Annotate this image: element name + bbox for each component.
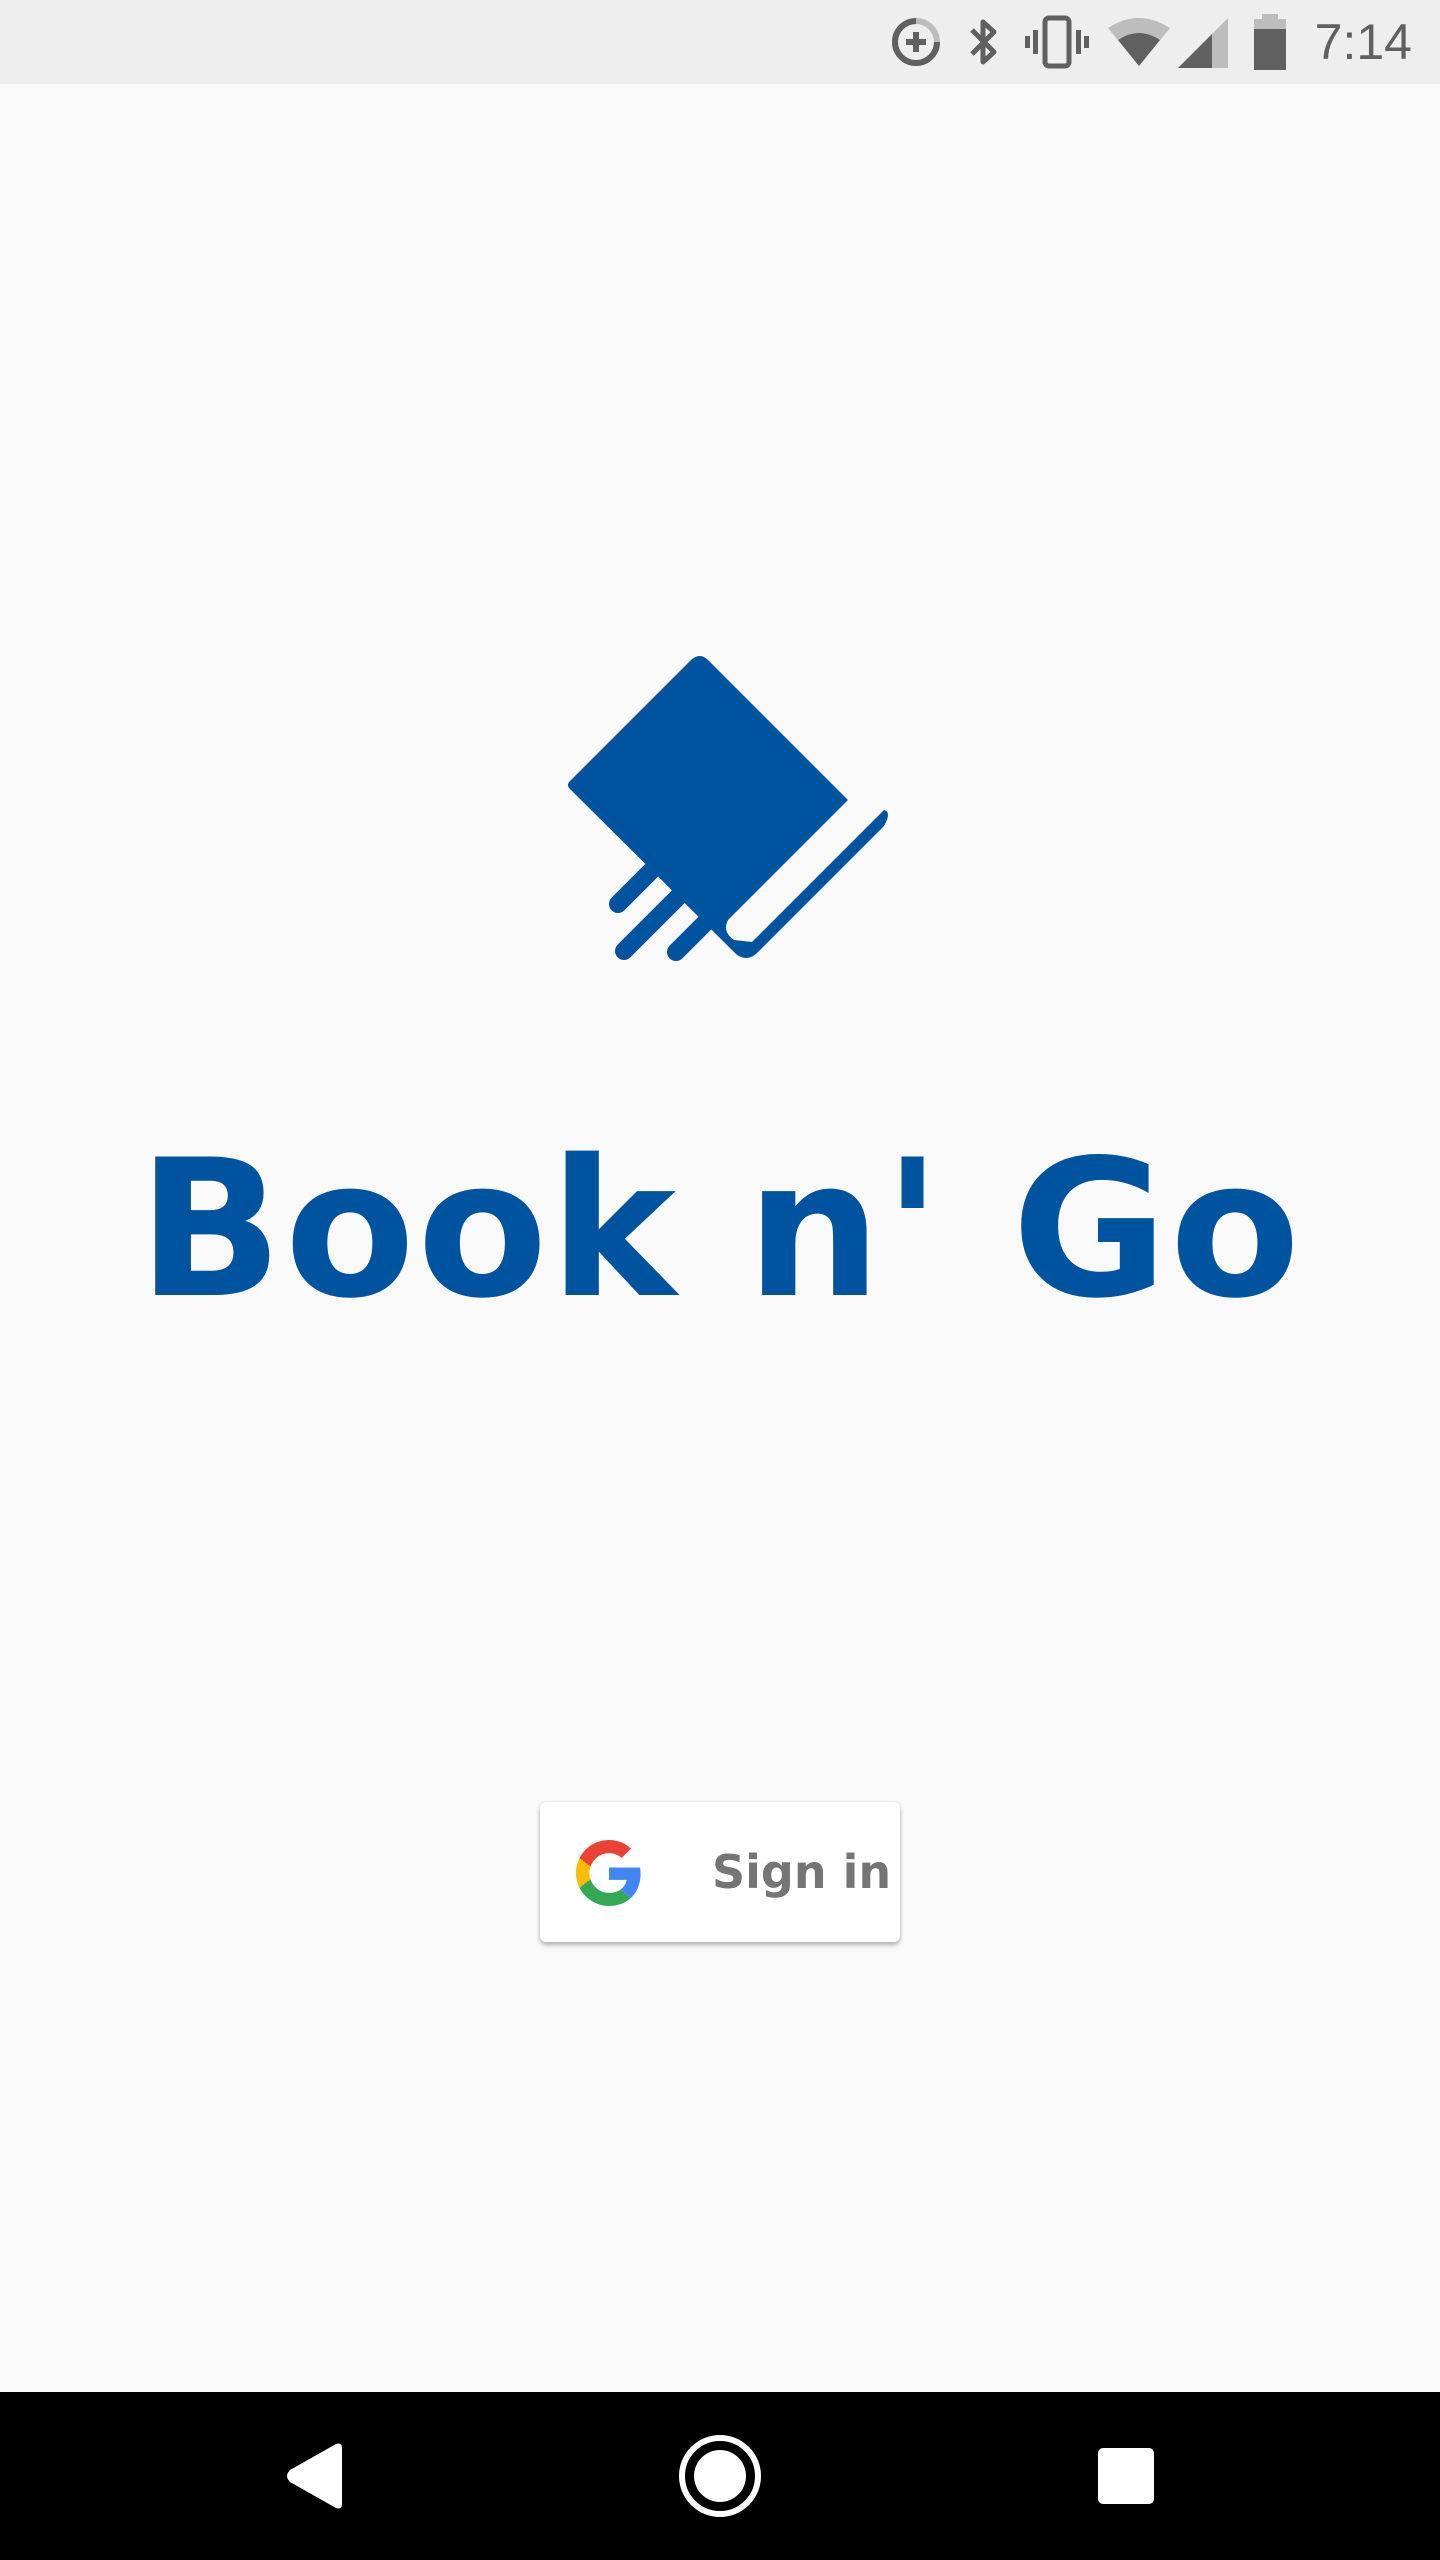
- status-bar: 7:14: [0, 0, 1440, 84]
- home-icon[interactable]: [672, 2428, 768, 2524]
- wifi-icon: [1108, 18, 1170, 66]
- bluetooth-icon: [970, 19, 997, 65]
- back-icon[interactable]: [268, 2428, 364, 2524]
- recents-icon[interactable]: [1078, 2428, 1174, 2524]
- google-g-icon: [576, 1840, 641, 1906]
- battery-icon: [1254, 14, 1286, 70]
- data-saver-icon: [892, 18, 940, 66]
- navigation-bar: [0, 2392, 1440, 2560]
- flying-book-icon: [568, 656, 888, 961]
- vibrate-icon: [1025, 15, 1089, 69]
- google-signin-button[interactable]: Sign in: [540, 1802, 900, 1942]
- signin-label: Sign in: [712, 1845, 892, 1899]
- app-title: Book n' Go: [137, 1119, 1303, 1340]
- cell-signal-icon: [1178, 18, 1228, 68]
- status-time: 7:14: [1314, 14, 1412, 70]
